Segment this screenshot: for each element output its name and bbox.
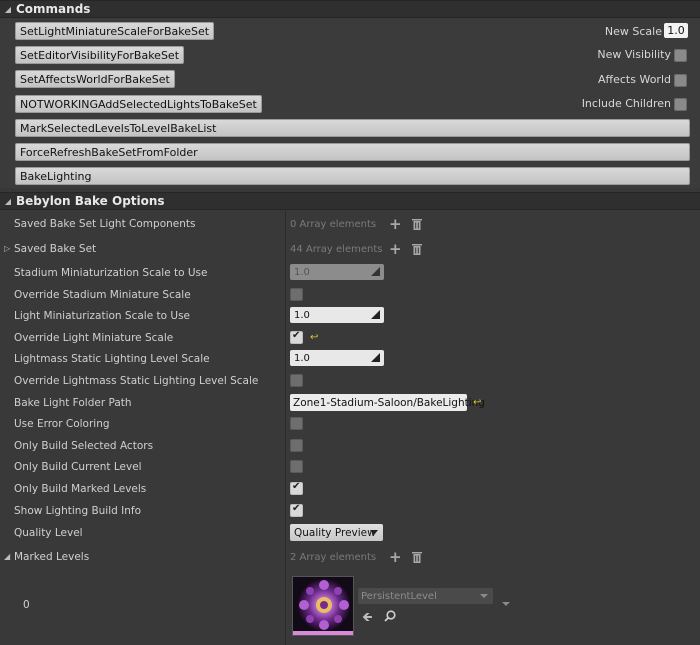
saved-bake-set-label: Saved Bake Set xyxy=(14,243,97,255)
folder-path-row: Bake Light Folder Path Zone1-Stadium-Sal… xyxy=(0,393,700,414)
lightmass-scale-input[interactable]: 1.0 xyxy=(290,350,384,366)
set-editor-visibility-button[interactable]: SetEditorVisibilityForBakeSet xyxy=(15,46,185,64)
light-scale-row: Light Miniaturization Scale to Use 1.0 xyxy=(0,306,700,327)
mark-selected-levels-button[interactable]: MarkSelectedLevelsToLevelBakeList xyxy=(15,119,690,137)
stadium-scale-value: 1.0 xyxy=(294,266,310,278)
bake-lighting-button[interactable]: BakeLighting xyxy=(15,167,690,185)
drag-grip-icon xyxy=(371,267,380,276)
commands-header[interactable]: ◢ Commands xyxy=(0,0,700,18)
array-index-label: 0 xyxy=(23,599,30,611)
include-children-checkbox[interactable] xyxy=(674,98,687,111)
chevron-down-icon[interactable] xyxy=(502,602,510,606)
drag-grip-icon[interactable] xyxy=(371,353,380,362)
marked-levels-only-row: Only Build Marked Levels xyxy=(0,479,700,500)
quality-dropdown[interactable]: Quality Preview xyxy=(290,524,383,541)
reset-arrow-icon[interactable]: ↩ xyxy=(310,332,318,343)
bake-options-header[interactable]: ◢ Bebylon Bake Options xyxy=(0,192,700,210)
level-thumbnail-image xyxy=(293,577,353,633)
level-asset-dropdown[interactable]: PersistentLevel xyxy=(358,588,493,604)
trash-icon[interactable] xyxy=(412,243,422,255)
folder-path-label: Bake Light Folder Path xyxy=(14,397,132,409)
selected-actors-label: Only Build Selected Actors xyxy=(14,440,154,452)
quality-label: Quality Level xyxy=(14,527,83,539)
error-coloring-label: Use Error Coloring xyxy=(14,418,110,430)
add-selected-lights-button[interactable]: NOTWORKINGAddSelectedLightsToBakeSet xyxy=(15,95,262,113)
current-level-row: Only Build Current Level xyxy=(0,457,700,478)
chevron-down-icon xyxy=(370,530,378,535)
marked-levels-row: ◢ Marked Levels 2 Array elements + xyxy=(0,547,700,568)
array-count: 44 Array elements xyxy=(290,244,383,255)
override-light-label: Override Light Miniature Scale xyxy=(14,332,174,344)
light-scale-label: Light Miniaturization Scale to Use xyxy=(14,310,191,322)
override-lightmass-checkbox[interactable] xyxy=(290,374,303,387)
set-light-miniature-scale-button[interactable]: SetLightMiniatureScaleForBakeSet xyxy=(15,22,215,40)
array-count: 2 Array elements xyxy=(290,552,377,563)
override-lightmass-row: Override Lightmass Static Lighting Level… xyxy=(0,371,700,392)
override-light-row: Override Light Miniature Scale ↩ xyxy=(0,328,700,349)
expand-arrow-icon[interactable]: ▷ xyxy=(4,244,10,253)
trash-icon[interactable] xyxy=(412,218,422,230)
marked-levels-label: Marked Levels xyxy=(14,551,90,563)
show-info-checkbox[interactable] xyxy=(290,503,303,517)
new-scale-label: New Scale xyxy=(604,25,662,38)
show-info-row: Show Lighting Build Info xyxy=(0,501,700,522)
folder-path-input[interactable]: Zone1-Stadium-Saloon/BakeLighting xyxy=(290,394,485,411)
error-coloring-checkbox[interactable] xyxy=(290,417,303,430)
force-refresh-bake-set-button[interactable]: ForceRefreshBakeSetFromFolder xyxy=(15,143,690,161)
collapse-arrow-icon[interactable]: ◢ xyxy=(2,197,14,206)
set-affects-world-button[interactable]: SetAffectsWorldForBakeSet xyxy=(15,70,175,88)
marked-levels-only-checkbox[interactable] xyxy=(290,481,303,495)
plus-icon[interactable]: + xyxy=(389,215,402,233)
light-scale-input[interactable]: 1.0 xyxy=(290,307,384,323)
override-light-checkbox[interactable] xyxy=(290,330,303,344)
new-visibility-label: New Visibility xyxy=(597,48,671,61)
affects-world-label: Affects World xyxy=(598,73,671,86)
commands-title: Commands xyxy=(16,2,91,16)
override-stadium-label: Override Stadium Miniature Scale xyxy=(14,289,191,301)
saved-light-components-label: Saved Bake Set Light Components xyxy=(14,218,196,230)
collapse-arrow-icon[interactable]: ◢ xyxy=(2,5,14,14)
stadium-scale-label: Stadium Miniaturization Scale to Use xyxy=(14,267,208,279)
asset-type-bar xyxy=(293,631,353,635)
quality-row: Quality Level Quality Preview xyxy=(0,523,700,544)
bake-options-title: Bebylon Bake Options xyxy=(16,194,165,208)
stadium-scale-input: 1.0 xyxy=(290,264,384,280)
plus-icon[interactable]: + xyxy=(389,548,402,566)
show-info-label: Show Lighting Build Info xyxy=(14,505,142,517)
marked-levels-only-label: Only Build Marked Levels xyxy=(14,483,147,495)
light-scale-value: 1.0 xyxy=(294,309,310,321)
trash-icon[interactable] xyxy=(412,551,422,563)
chevron-down-icon xyxy=(480,594,488,598)
array-count: 0 Array elements xyxy=(290,219,377,230)
stadium-scale-row: Stadium Miniaturization Scale to Use 1.0 xyxy=(0,263,700,284)
error-coloring-row: Use Error Coloring xyxy=(0,414,700,435)
back-arrow-icon[interactable]: 🡸 xyxy=(362,608,373,630)
drag-grip-icon[interactable] xyxy=(371,310,380,319)
saved-bake-set-row: ▷ Saved Bake Set 44 Array elements + xyxy=(0,239,700,260)
affects-world-checkbox[interactable] xyxy=(674,74,687,87)
quality-value: Quality Preview xyxy=(294,526,376,539)
reset-arrow-icon[interactable]: ↩ xyxy=(473,397,481,408)
collapse-arrow-icon[interactable]: ◢ xyxy=(4,552,10,561)
lightmass-scale-row: Lightmass Static Lighting Level Scale 1.… xyxy=(0,349,700,370)
selected-actors-row: Only Build Selected Actors xyxy=(0,436,700,457)
current-level-label: Only Build Current Level xyxy=(14,461,142,473)
lightmass-scale-label: Lightmass Static Lighting Level Scale xyxy=(14,353,210,365)
selected-actors-checkbox[interactable] xyxy=(290,439,303,452)
level-asset-value: PersistentLevel xyxy=(361,590,437,602)
new-scale-input[interactable]: 1.0 xyxy=(664,23,688,38)
lightmass-scale-value: 1.0 xyxy=(294,352,310,364)
override-lightmass-label: Override Lightmass Static Lighting Level… xyxy=(14,375,259,387)
level-thumbnail[interactable] xyxy=(292,576,354,636)
new-visibility-checkbox[interactable] xyxy=(674,49,687,62)
override-stadium-checkbox[interactable] xyxy=(290,288,303,301)
plus-icon[interactable]: + xyxy=(389,240,402,258)
current-level-checkbox[interactable] xyxy=(290,460,303,473)
override-stadium-row: Override Stadium Miniature Scale xyxy=(0,285,700,306)
include-children-label: Include Children xyxy=(581,97,671,110)
saved-light-components-row: Saved Bake Set Light Components 0 Array … xyxy=(0,214,700,235)
search-icon[interactable] xyxy=(384,610,396,622)
